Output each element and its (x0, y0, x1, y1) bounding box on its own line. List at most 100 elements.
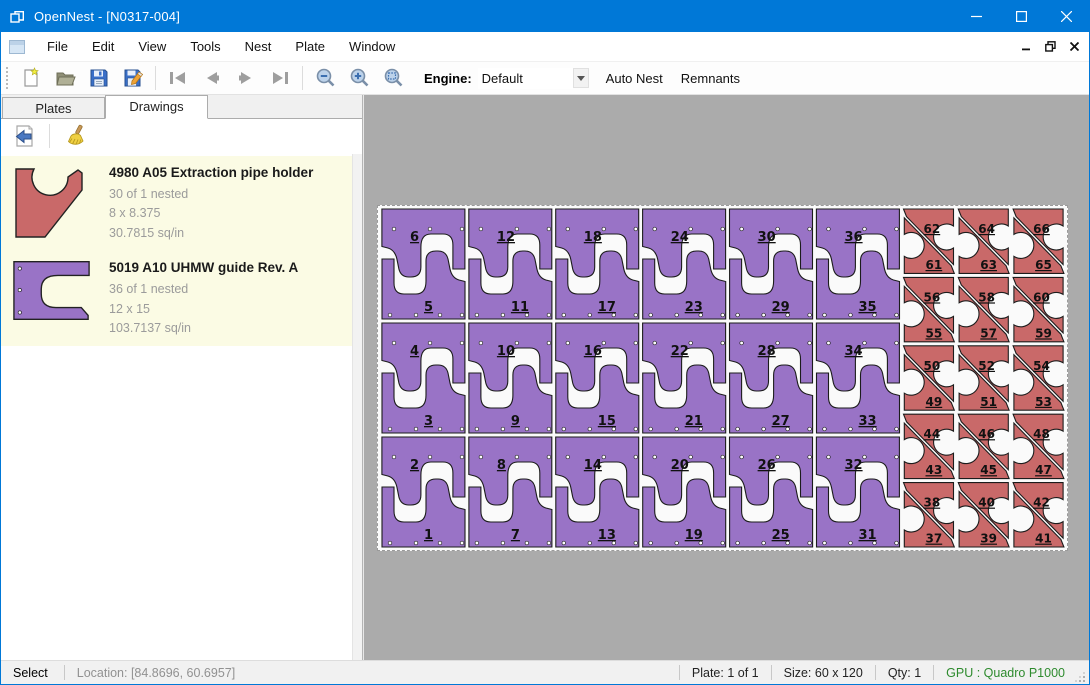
status-plate: Plate: 1 of 1 (682, 666, 769, 680)
red-part-pair[interactable]: 5857 (958, 277, 1009, 341)
purple-part-pair[interactable]: 2221 (643, 323, 726, 433)
drawing-item-4980[interactable]: 4980 A05 Extraction pipe holder 30 of 1 … (1, 156, 362, 251)
zoom-fit-icon[interactable] (376, 63, 410, 93)
auto-nest-button[interactable]: Auto Nest (597, 66, 672, 91)
part-number-label: 7 (511, 528, 520, 543)
app-icon (10, 9, 26, 25)
purple-part-pair[interactable]: 3029 (730, 209, 813, 319)
part-number-label: 21 (685, 414, 703, 429)
purple-part-pair[interactable]: 1413 (556, 437, 639, 547)
save-as-icon[interactable] (116, 63, 150, 93)
part-hole (414, 541, 418, 545)
part-number-label: 10 (497, 344, 515, 359)
status-qty: Qty: 1 (878, 666, 931, 680)
part-hole (849, 427, 853, 431)
red-part-pair[interactable]: 4241 (1013, 483, 1064, 547)
purple-part-pair[interactable]: 43 (382, 323, 465, 433)
purple-part-pair[interactable]: 21 (382, 437, 465, 547)
purple-part-pair[interactable]: 3231 (816, 437, 899, 547)
red-part-pair[interactable]: 6059 (1013, 277, 1064, 341)
go-last-icon[interactable] (263, 63, 297, 93)
part-number-label: 19 (685, 528, 703, 543)
new-file-icon[interactable] (14, 63, 48, 93)
mdi-minimize-icon[interactable] (1022, 42, 1031, 51)
mdi-restore-icon[interactable] (1045, 41, 1056, 52)
purple-part-pair[interactable]: 65 (382, 209, 465, 319)
status-separator (64, 665, 65, 680)
minimize-icon[interactable] (954, 1, 999, 32)
mdi-close-icon[interactable] (1070, 42, 1079, 51)
menu-file[interactable]: File (35, 33, 80, 60)
purple-part-pair[interactable]: 2827 (730, 323, 813, 433)
red-part-pair[interactable]: 4443 (904, 414, 955, 478)
part-number-label: 32 (845, 458, 863, 473)
tab-drawings[interactable]: Drawings (105, 95, 208, 119)
purple-part-pair[interactable]: 1615 (556, 323, 639, 433)
menu-plate[interactable]: Plate (283, 33, 337, 60)
part-hole (475, 541, 479, 545)
zoom-in-icon[interactable] (342, 63, 376, 93)
menu-view[interactable]: View (126, 33, 178, 60)
red-part-pair[interactable]: 5655 (904, 277, 955, 341)
part-hole (566, 341, 570, 345)
go-previous-icon[interactable] (195, 63, 229, 93)
part-number-label: 50 (924, 359, 941, 373)
go-next-icon[interactable] (229, 63, 263, 93)
part-hole (721, 341, 725, 345)
part-number-label: 65 (1035, 258, 1052, 272)
open-file-icon[interactable] (48, 63, 82, 93)
part-number-label: 13 (598, 528, 616, 543)
purple-part-pair[interactable]: 2625 (730, 437, 813, 547)
part-hole (808, 313, 812, 317)
red-part-pair[interactable]: 4039 (958, 483, 1009, 547)
red-part-pair[interactable]: 5049 (904, 346, 955, 410)
menu-edit[interactable]: Edit (80, 33, 126, 60)
toolbar-separator (155, 66, 156, 90)
red-part-pair[interactable]: 4645 (958, 414, 1009, 478)
part-hole (776, 341, 780, 345)
engine-value[interactable]: Default (478, 68, 573, 89)
panel-scrollbar[interactable] (352, 154, 362, 660)
part-number-label: 56 (924, 290, 941, 304)
mdi-document-icon[interactable] (9, 40, 25, 54)
red-part-pair[interactable]: 3837 (904, 483, 955, 547)
menu-tools[interactable]: Tools (178, 33, 232, 60)
red-part-pair[interactable]: 5453 (1013, 346, 1064, 410)
toolbar-grip (4, 65, 10, 91)
plate[interactable]: 6512111817242330293635431091615222128273… (377, 205, 1068, 551)
maximize-icon[interactable] (999, 1, 1044, 32)
purple-part-pair[interactable]: 2019 (643, 437, 726, 547)
red-part-pair[interactable]: 6261 (904, 209, 955, 273)
red-part-pair[interactable]: 4847 (1013, 414, 1064, 478)
tab-plates[interactable]: Plates (2, 97, 105, 118)
purple-part-pair[interactable]: 3635 (816, 209, 899, 319)
close-icon[interactable] (1044, 1, 1089, 32)
menu-nest[interactable]: Nest (233, 33, 284, 60)
import-drawing-icon[interactable] (7, 121, 41, 151)
clean-icon[interactable] (58, 121, 92, 151)
chevron-down-icon[interactable] (573, 68, 589, 88)
drawing-item-5019[interactable]: 5019 A10 UHMW guide Rev. A 36 of 1 neste… (1, 251, 362, 346)
red-part-pair[interactable]: 6463 (958, 209, 1009, 273)
part-hole (547, 427, 551, 431)
purple-part-pair[interactable]: 109 (469, 323, 552, 433)
resize-grip-icon[interactable] (1075, 666, 1087, 684)
nest-canvas[interactable]: 6512111817242330293635431091615222128273… (363, 95, 1089, 660)
purple-part-pair[interactable]: 3433 (816, 323, 899, 433)
purple-part-pair[interactable]: 87 (469, 437, 552, 547)
go-first-icon[interactable] (161, 63, 195, 93)
purple-part-pair[interactable]: 1211 (469, 209, 552, 319)
purple-part-pair[interactable]: 1817 (556, 209, 639, 319)
purple-part-pair[interactable]: 2423 (643, 209, 726, 319)
part-number-label: 62 (924, 222, 941, 236)
status-separator (679, 665, 680, 680)
part-number-label: 3 (424, 414, 433, 429)
part-hole (849, 313, 853, 317)
engine-combobox[interactable]: Default (478, 68, 589, 89)
zoom-out-icon[interactable] (308, 63, 342, 93)
red-part-pair[interactable]: 6665 (1013, 209, 1064, 273)
save-icon[interactable] (82, 63, 116, 93)
remnants-button[interactable]: Remnants (672, 66, 749, 91)
menu-window[interactable]: Window (337, 33, 407, 60)
red-part-pair[interactable]: 5251 (958, 346, 1009, 410)
